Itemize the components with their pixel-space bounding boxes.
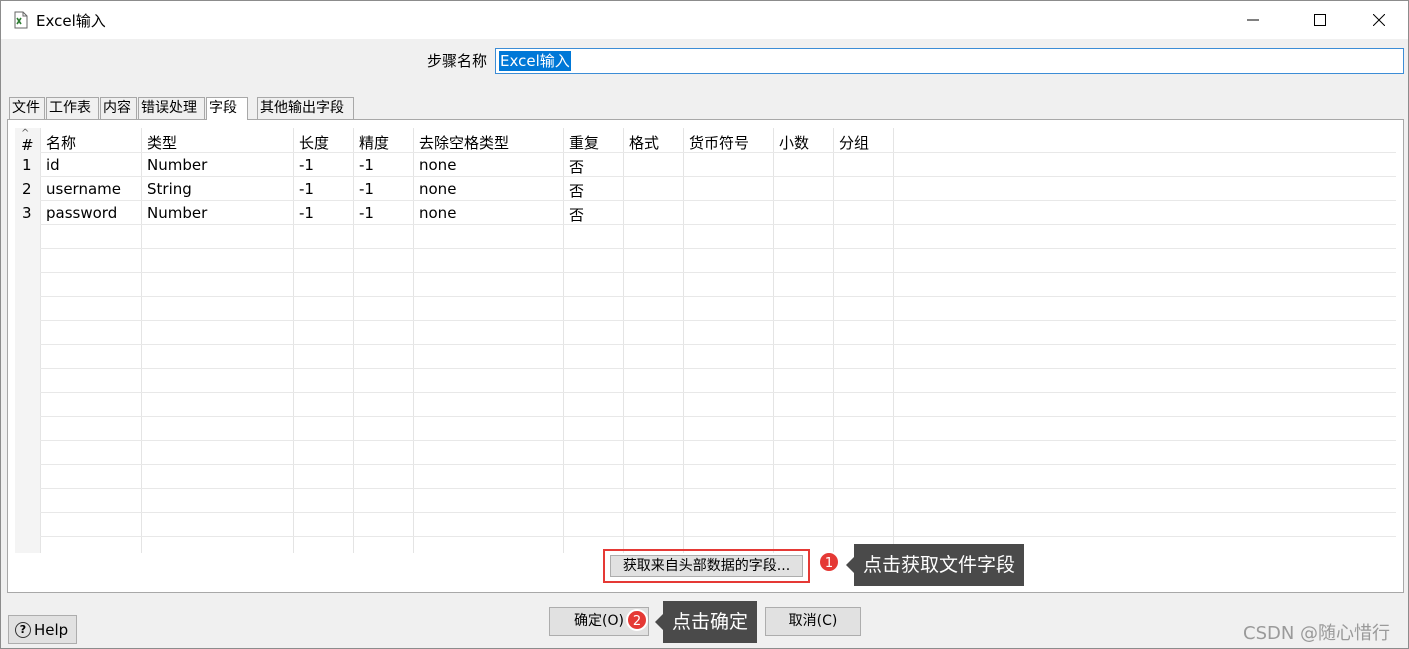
table-cell[interactable]: 否 (569, 204, 584, 225)
get-fields-highlight: 获取来自头部数据的字段... (603, 549, 810, 583)
table-cell[interactable]: id (46, 156, 60, 174)
cancel-button[interactable]: 取消(C) (765, 607, 861, 636)
column-header-name[interactable]: 名称 (46, 132, 76, 153)
table-cell[interactable]: -1 (359, 204, 374, 222)
window-title: Excel输入 (36, 12, 106, 30)
tab-content[interactable]: 内容 (100, 97, 137, 119)
tab-other-output-fields[interactable]: 其他输出字段 (257, 97, 354, 119)
title-bar[interactable]: Excel输入 (1, 1, 1408, 39)
column-header-type[interactable]: 类型 (147, 132, 177, 153)
close-icon (1373, 14, 1385, 26)
tab-error-handling[interactable]: 错误处理 (138, 97, 205, 119)
step-name-input[interactable]: Excel输入 (495, 48, 1404, 74)
get-fields-button[interactable]: 获取来自头部数据的字段... (610, 555, 803, 577)
maximize-button[interactable] (1297, 1, 1343, 39)
step-name-label: 步骤名称 (427, 52, 488, 70)
maximize-icon (1314, 14, 1326, 26)
table-cell[interactable]: -1 (299, 180, 314, 198)
table-cell[interactable]: -1 (359, 156, 374, 174)
tab-file[interactable]: 文件 (9, 97, 45, 119)
dialog-content: 步骤名称 Excel输入 文件 工作表 内容 错误处理 字段 其他输出字段 ^ … (1, 39, 1408, 648)
step-name-value: Excel输入 (499, 51, 571, 71)
column-header-group[interactable]: 分组 (839, 132, 869, 153)
table-cell[interactable]: -1 (299, 204, 314, 222)
close-button[interactable] (1356, 1, 1402, 39)
column-header-length[interactable]: 长度 (299, 132, 329, 153)
help-label: Help (34, 620, 69, 639)
minimize-icon (1247, 19, 1259, 21)
column-header-repeat[interactable]: 重复 (569, 132, 599, 153)
table-cell[interactable]: Number (147, 156, 207, 174)
table-cell[interactable]: 2 (22, 180, 32, 198)
table-cell[interactable]: none (419, 204, 456, 222)
table-cell[interactable]: 3 (22, 204, 32, 222)
column-header-precision[interactable]: 精度 (359, 132, 389, 153)
table-cell[interactable]: username (46, 180, 121, 198)
column-header-currency[interactable]: 货币符号 (689, 132, 749, 153)
minimize-button[interactable] (1230, 1, 1276, 39)
tab-worksheet[interactable]: 工作表 (46, 97, 99, 119)
table-cell[interactable]: -1 (299, 156, 314, 174)
table-cell[interactable]: 1 (22, 156, 32, 174)
dialog-window: Excel输入 步骤名称 Excel输入 文件 工作表 内容 错误处理 字段 其… (0, 0, 1409, 649)
step-badge-2: 2 (626, 609, 648, 631)
fields-panel: ^ # 名称 类型 长度 精度 去除空格类型 重复 格式 货币符号 小数 分组 … (7, 119, 1404, 593)
table-cell[interactable]: 否 (569, 156, 584, 177)
help-button[interactable]: ? Help (8, 615, 77, 644)
step-badge-1: 1 (818, 551, 840, 573)
table-cell[interactable]: password (46, 204, 117, 222)
table-cell[interactable]: Number (147, 204, 207, 222)
watermark: CSDN @随心惜行 (1243, 623, 1391, 644)
callout-confirm: 点击确定 (654, 601, 758, 643)
column-header-number[interactable]: # (21, 136, 34, 154)
fields-table[interactable]: ^ # 名称 类型 长度 精度 去除空格类型 重复 格式 货币符号 小数 分组 … (15, 128, 1396, 553)
table-cell[interactable]: String (147, 180, 192, 198)
table-cell[interactable]: 否 (569, 180, 584, 201)
table-cell[interactable]: -1 (359, 180, 374, 198)
table-cell[interactable]: none (419, 180, 456, 198)
column-header-decimal[interactable]: 小数 (779, 132, 809, 153)
column-header-trim-type[interactable]: 去除空格类型 (419, 132, 509, 153)
table-cell[interactable]: none (419, 156, 456, 174)
excel-input-app-icon (14, 11, 28, 29)
column-header-format[interactable]: 格式 (629, 132, 659, 153)
callout-get-fields: 点击获取文件字段 (845, 544, 1025, 586)
help-icon: ? (15, 621, 31, 638)
tab-fields[interactable]: 字段 (206, 97, 248, 120)
